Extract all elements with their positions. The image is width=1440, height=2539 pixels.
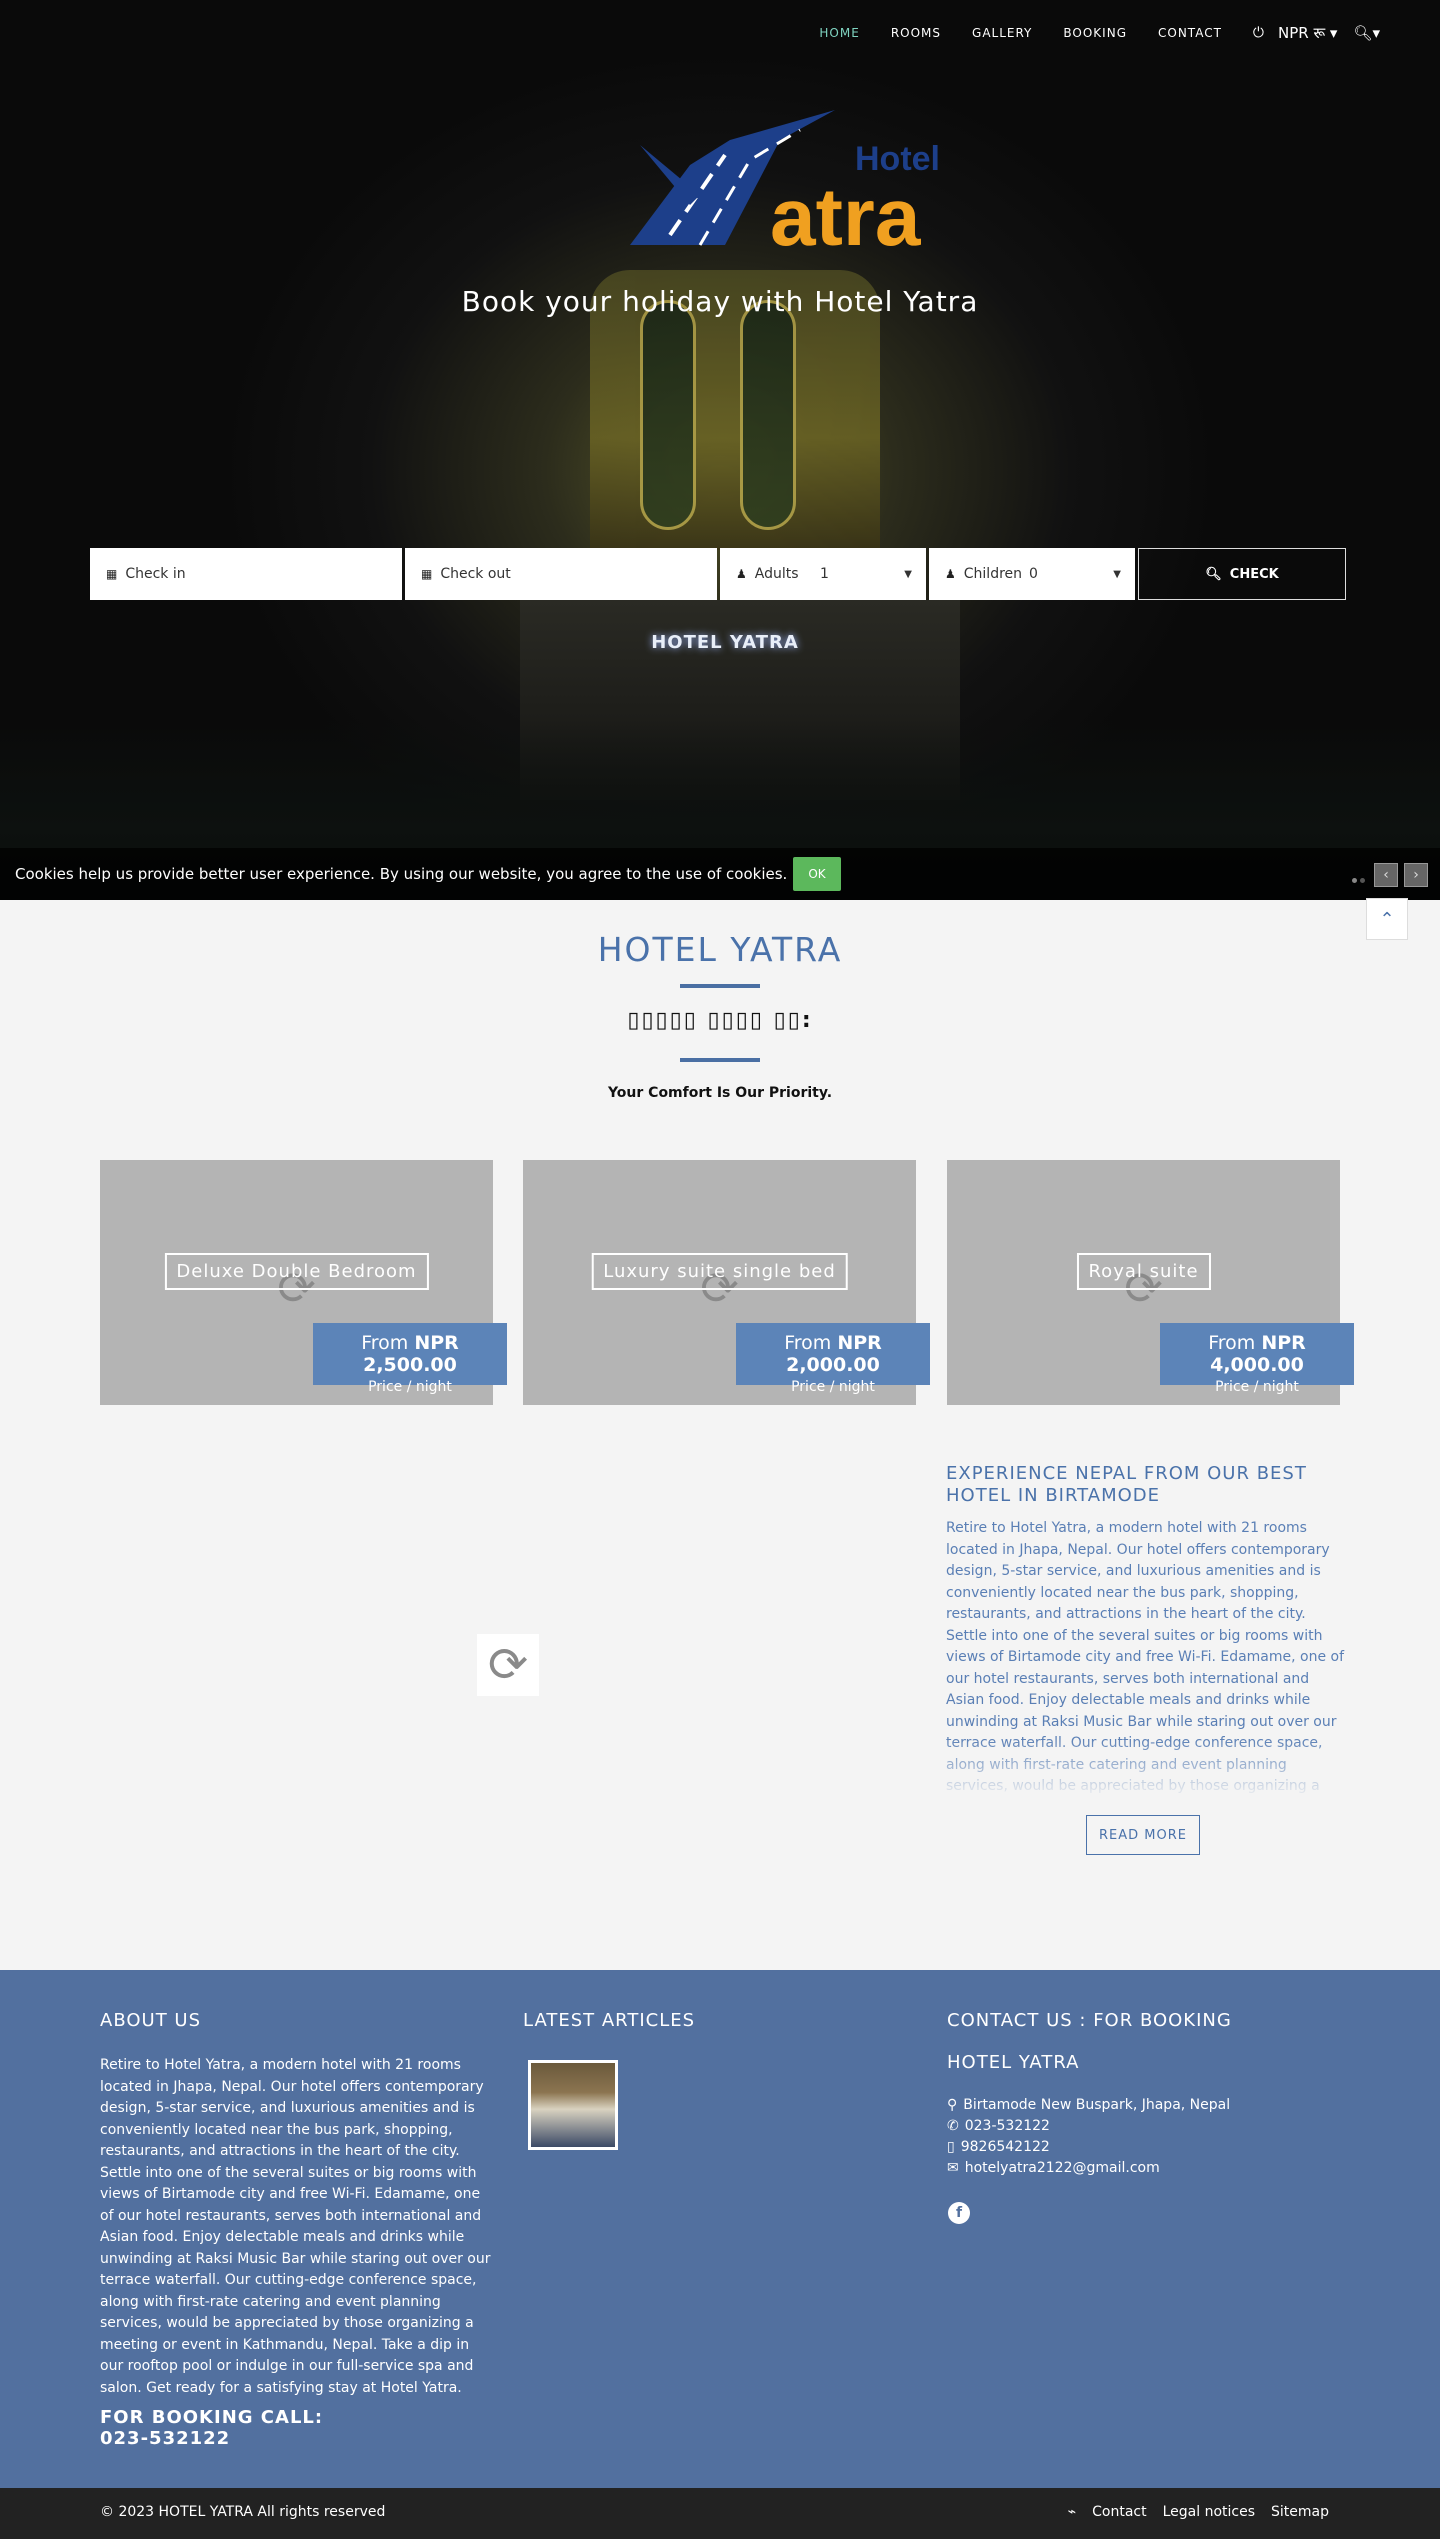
loading-icon: ⟳: [477, 1634, 539, 1696]
hero-hotel-sign: HOTEL YATRA: [651, 632, 799, 653]
footer-link-sitemap[interactable]: Sitemap: [1271, 2504, 1329, 2520]
footer: ABOUT US Retire to Hotel Yatra, a modern…: [0, 1970, 1440, 2488]
cookie-ok-button[interactable]: OK: [793, 857, 841, 891]
section-title: HOTEL YATRA: [597, 930, 843, 969]
footer-link-contact[interactable]: Contact: [1092, 2504, 1146, 2520]
experience-title: EXPERIENCE NEPAL FROM OUR BEST HOTEL IN …: [946, 1463, 1307, 1506]
contact-title: CONTACT US : FOR BOOKING: [947, 2010, 1232, 2031]
room-card[interactable]: ⟳ Deluxe Double Bedroom From NPR 2,500.0…: [100, 1160, 507, 1405]
search-icon[interactable]: 🔍︎▾: [1353, 24, 1380, 42]
room-name[interactable]: Deluxe Double Bedroom: [164, 1253, 429, 1290]
footer-link-legal[interactable]: Legal notices: [1163, 2504, 1255, 2520]
checkin-field[interactable]: ▦ Check in: [90, 548, 402, 600]
text-fade: [946, 1738, 1346, 1800]
search-icon: 🔍︎: [1205, 566, 1222, 582]
article-thumbnail[interactable]: [528, 2060, 618, 2150]
room-name[interactable]: Luxury suite single bed: [591, 1253, 848, 1290]
divider: [680, 984, 760, 988]
room-card[interactable]: ⟳ Luxury suite single bed From NPR 2,000…: [523, 1160, 930, 1405]
calendar-icon: ▦: [106, 567, 118, 581]
envelope-icon: ✉: [947, 2160, 959, 2176]
person-icon: ♟: [945, 567, 956, 581]
address-line: ⚲ Birtamode New Buspark, Jhapa, Nepal: [947, 2097, 1231, 2113]
about-text: Retire to Hotel Yatra, a modern hotel wi…: [100, 2057, 491, 2396]
nav-booking[interactable]: BOOKING: [1063, 26, 1127, 40]
cookie-banner: Cookies help us provide better user expe…: [0, 848, 1440, 900]
copyright: © 2023 HOTEL YATRA All rights reserved: [100, 2504, 386, 2520]
slider-next-button[interactable]: ›: [1404, 863, 1428, 887]
room-card[interactable]: ⟳ Royal suite From NPR 4,000.00 Price / …: [947, 1160, 1354, 1405]
checkout-field[interactable]: ▦ Check out: [405, 548, 717, 600]
map-marker-icon: ⚲: [947, 2097, 958, 2113]
booking-bar: ▦ Check in ▦ Check out ♟ Adults 1 ▼ ♟ Ch…: [90, 548, 1346, 600]
section-tagline: Your Comfort Is Our Priority.: [607, 1085, 833, 1101]
bottom-links: ⌁ Contact Legal notices Sitemap: [1068, 2504, 1329, 2520]
read-more-button[interactable]: READ MORE: [1086, 1815, 1200, 1855]
mobile-icon: ▯: [947, 2139, 955, 2155]
phone-icon: ✆: [947, 2118, 959, 2134]
phone-line[interactable]: ✆ 023-532122: [947, 2118, 1050, 2134]
hero-banner: HOTEL YATRA HOME ROOMS GALLERY BOOKING C…: [0, 0, 1440, 900]
svg-text:atra: atra: [770, 172, 922, 255]
room-price-badge: From NPR 4,000.00 Price / night: [1160, 1323, 1354, 1395]
person-icon: ♟: [736, 567, 747, 581]
nav-gallery[interactable]: GALLERY: [972, 26, 1032, 40]
room-price-badge: From NPR 2,500.00 Price / night: [313, 1323, 507, 1395]
main-nav: HOME ROOMS GALLERY BOOKING CONTACT ⏻ NPR…: [788, 18, 1380, 48]
chevron-down-icon: ▼: [1113, 568, 1121, 580]
slider-prev-button[interactable]: ‹: [1374, 863, 1398, 887]
email-line[interactable]: ✉ hotelyatra2122@gmail.com: [947, 2160, 1160, 2176]
nav-rooms[interactable]: ROOMS: [891, 26, 941, 40]
adults-select[interactable]: ♟ Adults 1 ▼: [720, 548, 926, 600]
check-availability-button[interactable]: 🔍︎ CHECK: [1138, 548, 1346, 600]
children-select[interactable]: ♟ Children 0 ▼: [929, 548, 1135, 600]
room-name[interactable]: Royal suite: [1076, 1253, 1211, 1290]
bottom-bar: © 2023 HOTEL YATRA All rights reserved ⌁…: [0, 2488, 1440, 2539]
hotel-yatra-logo[interactable]: Hotel atra: [630, 105, 970, 255]
cookie-text: Cookies help us provide better user expe…: [15, 865, 788, 883]
calendar-icon: ▦: [421, 567, 433, 581]
slider-dots[interactable]: [1352, 878, 1365, 883]
hero-tagline: Book your holiday with Hotel Yatra: [461, 285, 979, 318]
facebook-icon[interactable]: f: [948, 2202, 970, 2224]
nav-home[interactable]: HOME: [819, 26, 859, 40]
divider: [680, 1058, 760, 1062]
contact-hotel-name: HOTEL YATRA: [947, 2052, 1080, 2073]
power-icon[interactable]: ⏻: [1253, 25, 1264, 41]
articles-title: LATEST ARTICLES: [523, 2010, 696, 2031]
booking-call: FOR BOOKING CALL: 023-532122: [100, 2407, 324, 2449]
about-title: ABOUT US: [100, 2010, 202, 2031]
section-subtitle: ▯▯▯▯▯ ▯▯▯▯ ▯▯:: [627, 1008, 813, 1033]
rss-icon: ⌁: [1067, 2504, 1077, 2520]
mobile-line[interactable]: ▯ 9826542122: [947, 2139, 1050, 2155]
chevron-down-icon: ▼: [904, 568, 912, 580]
room-price-badge: From NPR 2,000.00 Price / night: [736, 1323, 930, 1395]
nav-contact[interactable]: CONTACT: [1158, 26, 1222, 40]
currency-selector[interactable]: NPR रू ▾: [1278, 23, 1337, 43]
